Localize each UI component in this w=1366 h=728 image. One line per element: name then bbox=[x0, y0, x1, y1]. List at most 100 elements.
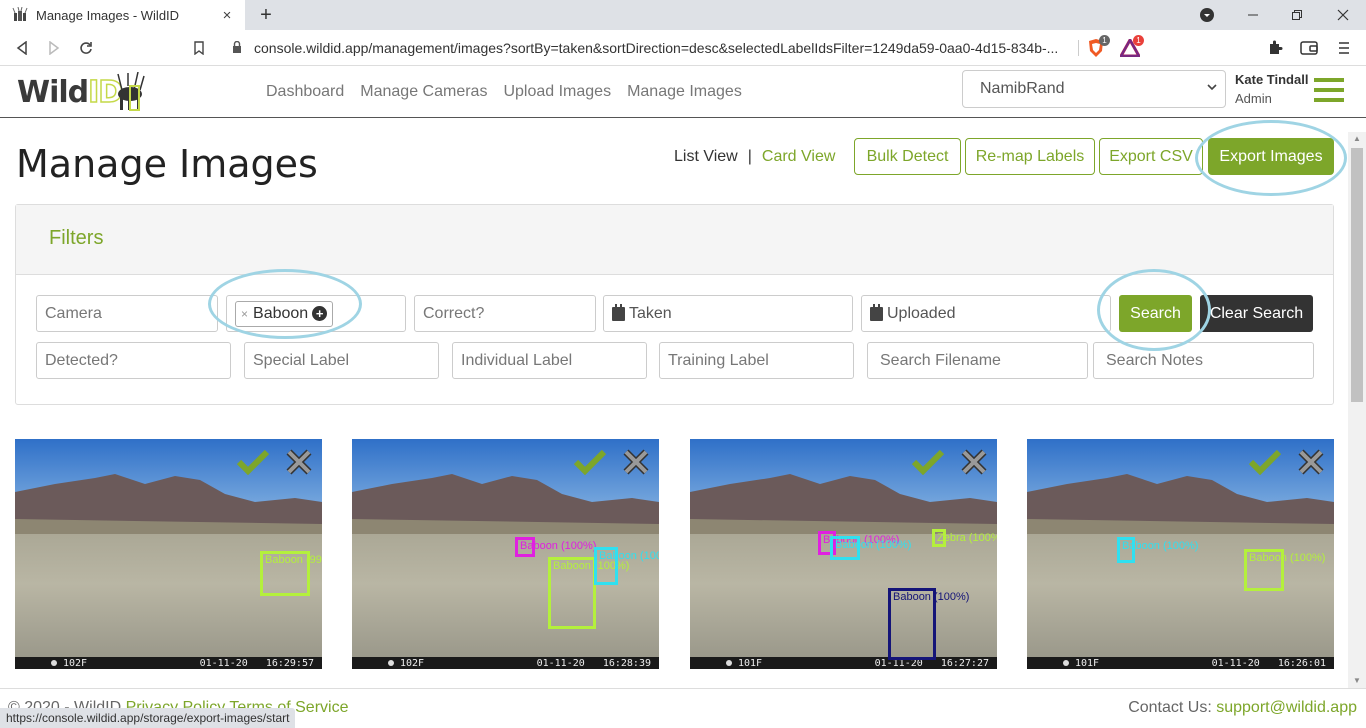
mark-incorrect-x-icon[interactable] bbox=[623, 449, 649, 475]
export-csv-button[interactable]: Export CSV bbox=[1099, 138, 1203, 175]
mark-incorrect-x-icon[interactable] bbox=[1298, 449, 1324, 475]
detection-bounding-box: Baboon (100%) bbox=[1117, 537, 1198, 563]
filename-placeholder: Search Filename bbox=[880, 351, 1001, 369]
individual-label-placeholder: Individual Label bbox=[461, 351, 573, 369]
camera-id: 102F bbox=[63, 657, 88, 669]
special-label-filter[interactable]: Special Label bbox=[244, 342, 439, 379]
minimize-icon[interactable] bbox=[1230, 0, 1276, 30]
address-bar[interactable]: console.wildid.app/management/images?sor… bbox=[222, 34, 1070, 62]
user-info: Kate Tindall Admin bbox=[1235, 72, 1308, 106]
training-label-placeholder: Training Label bbox=[668, 351, 769, 369]
capture-datetime: 01-11-20 16:29:57 bbox=[199, 657, 314, 669]
lock-icon bbox=[232, 40, 246, 56]
label-chip-baboon: × Baboon + bbox=[235, 300, 334, 327]
scrollbar-thumb[interactable] bbox=[1351, 148, 1363, 402]
notes-placeholder: Search Notes bbox=[1106, 351, 1203, 369]
page-scrollbar[interactable]: ▲ ▼ bbox=[1348, 132, 1366, 688]
training-label-filter[interactable]: Training Label bbox=[659, 342, 854, 379]
individual-label-filter[interactable]: Individual Label bbox=[452, 342, 647, 379]
mark-incorrect-x-icon[interactable] bbox=[286, 449, 312, 475]
image-card[interactable]: 101F 01-11-20 16:26:01 Baboon (100%) Baboon… bbox=[1027, 439, 1334, 669]
scroll-down-icon[interactable]: ▼ bbox=[1348, 674, 1366, 688]
detection-label: Zebra (100%) bbox=[937, 532, 997, 544]
card-view-link[interactable]: Card View bbox=[762, 148, 836, 166]
tab-search-icon[interactable] bbox=[1184, 0, 1230, 30]
add-label-icon[interactable]: + bbox=[312, 306, 328, 321]
hamburger-menu-icon[interactable] bbox=[1314, 78, 1344, 104]
camera-info-strip: 102F 01-11-20 16:28:39 bbox=[352, 657, 659, 669]
export-images-button[interactable]: Export Images bbox=[1208, 138, 1334, 175]
moon-icon bbox=[51, 660, 57, 666]
organization-selected-value: NamibRand bbox=[980, 80, 1065, 97]
organization-select[interactable]: NamibRand bbox=[962, 70, 1226, 108]
detection-label: Baboon (100%) bbox=[893, 591, 970, 603]
nav-link-dashboard[interactable]: Dashboard bbox=[266, 83, 344, 101]
new-tab-button[interactable]: + bbox=[254, 3, 278, 27]
extensions-icon[interactable] bbox=[1263, 36, 1287, 60]
mark-incorrect-x-icon[interactable] bbox=[961, 449, 987, 475]
restore-icon[interactable] bbox=[1274, 0, 1320, 30]
calendar-icon bbox=[870, 303, 883, 321]
search-button[interactable]: Search bbox=[1119, 295, 1192, 332]
detected-filter[interactable]: Detected? bbox=[36, 342, 231, 379]
main-content: Manage Images List View | Card View Bulk… bbox=[0, 118, 1348, 688]
camera-info-strip: 102F 01-11-20 16:29:57 bbox=[15, 657, 322, 669]
forward-icon[interactable] bbox=[42, 36, 66, 60]
detection-bounding-box: Baboon (100%) bbox=[830, 536, 911, 560]
scroll-up-icon[interactable]: ▲ bbox=[1348, 132, 1366, 146]
label-filter[interactable]: × Baboon + bbox=[226, 295, 406, 332]
mark-correct-check-icon[interactable] bbox=[1248, 449, 1282, 475]
camera-filter[interactable]: Camera bbox=[36, 295, 218, 332]
menu-icon[interactable] bbox=[1332, 36, 1356, 60]
wildid-logo[interactable]: Wild ID bbox=[17, 72, 150, 112]
contact-email-link[interactable]: support@wildid.app bbox=[1216, 699, 1357, 716]
photo-mountains bbox=[1027, 474, 1334, 544]
correct-filter[interactable]: Correct? bbox=[414, 295, 596, 332]
correct-placeholder: Correct? bbox=[423, 304, 485, 322]
nav-link-upload-images[interactable]: Upload Images bbox=[503, 83, 611, 101]
view-separator: | bbox=[747, 148, 752, 165]
remap-labels-button[interactable]: Re-map Labels bbox=[965, 138, 1095, 175]
detection-bounding-box: Baboon (100%) bbox=[515, 537, 596, 557]
browser-tab[interactable]: Manage Images - WildID × bbox=[0, 0, 245, 30]
camera-id: 101F bbox=[738, 657, 763, 669]
chip-label: Baboon bbox=[253, 304, 309, 322]
list-view-link[interactable]: List View bbox=[674, 148, 738, 166]
remove-chip-icon[interactable]: × bbox=[241, 307, 248, 321]
camera-placeholder: Camera bbox=[45, 304, 102, 322]
mark-correct-check-icon[interactable] bbox=[236, 449, 270, 475]
brave-rewards-icon[interactable]: 1 bbox=[1118, 35, 1144, 60]
camera-info-strip: 101F 01-11-20 16:26:01 bbox=[1027, 657, 1334, 669]
detected-placeholder: Detected? bbox=[45, 351, 118, 369]
back-icon[interactable] bbox=[10, 36, 34, 60]
mark-correct-check-icon[interactable] bbox=[911, 449, 945, 475]
uploaded-label: Uploaded bbox=[887, 304, 956, 322]
close-tab-icon[interactable]: × bbox=[215, 7, 239, 24]
wallet-icon[interactable] bbox=[1297, 36, 1321, 60]
image-card[interactable]: 102F 01-11-20 16:28:39 Baboon (100%) Baboon… bbox=[352, 439, 659, 669]
brave-shields-icon[interactable]: 1 bbox=[1084, 35, 1110, 60]
bulk-detect-button[interactable]: Bulk Detect bbox=[854, 138, 961, 175]
browser-toolbar: console.wildid.app/management/images?sor… bbox=[0, 30, 1366, 66]
toolbar-divider bbox=[1078, 40, 1079, 56]
filters-panel: Filters Camera × Baboon + Correct? Taken… bbox=[15, 204, 1334, 405]
close-window-icon[interactable] bbox=[1320, 0, 1366, 30]
clear-search-button[interactable]: Clear Search bbox=[1200, 295, 1313, 332]
search-notes-input[interactable]: Search Notes bbox=[1093, 342, 1314, 379]
search-filename-input[interactable]: Search Filename bbox=[867, 342, 1088, 379]
detection-bounding-box: Zebra (100%) bbox=[932, 529, 997, 547]
image-card[interactable]: 101F 01-11-20 16:27:27 Baboon (100%) Baboon… bbox=[690, 439, 997, 669]
reload-icon[interactable] bbox=[74, 36, 98, 60]
detection-bounding-box: Baboon (100%) bbox=[548, 557, 629, 629]
image-card[interactable]: 102F 01-11-20 16:29:57 Baboon (99%) bbox=[15, 439, 322, 669]
nav-link-manage-images[interactable]: Manage Images bbox=[627, 83, 742, 101]
uploaded-date-filter[interactable]: Uploaded bbox=[861, 295, 1111, 332]
taken-date-filter[interactable]: Taken bbox=[603, 295, 853, 332]
mark-correct-check-icon[interactable] bbox=[573, 449, 607, 475]
logo-wild: Wild bbox=[17, 74, 89, 110]
nav-link-manage-cameras[interactable]: Manage Cameras bbox=[360, 83, 487, 101]
chevron-down-icon bbox=[1207, 82, 1217, 94]
detection-label: Baboon (100%) bbox=[1249, 552, 1326, 564]
bookmark-icon[interactable] bbox=[187, 36, 211, 60]
calendar-icon bbox=[612, 303, 625, 321]
